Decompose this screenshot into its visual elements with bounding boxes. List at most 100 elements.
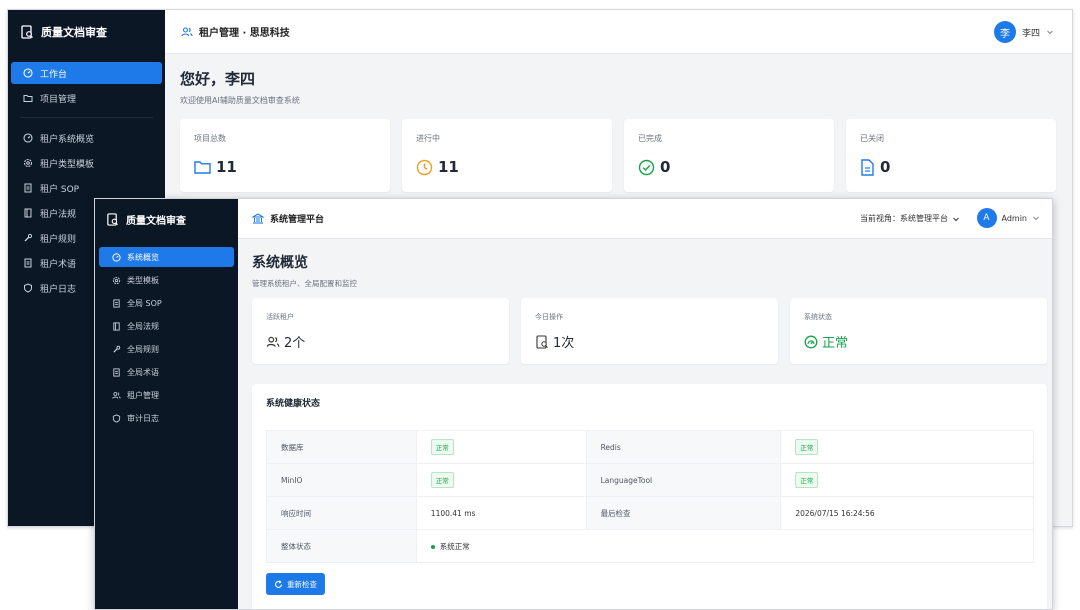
page-title: 系统概览 xyxy=(252,255,308,271)
health-key: Redis xyxy=(585,430,782,464)
wrench-icon xyxy=(23,233,33,243)
greeting-block: 您好，李四 欢迎使用AI辅助质量文档审查系统 xyxy=(180,68,300,106)
users-icon xyxy=(266,335,280,349)
status-badge: 正常 xyxy=(430,472,454,488)
nav-item-global-terms[interactable]: 全局术语 xyxy=(99,362,234,382)
nav-item-system-overview[interactable]: 系统概览 xyxy=(99,247,234,267)
dashboard-icon xyxy=(23,133,33,143)
header-title: 系统管理平台 xyxy=(270,215,325,225)
stat-value: 11 xyxy=(438,158,459,176)
tenant-header: 租户管理 · 思思科技 xyxy=(165,10,1072,54)
nav-item-label: 项目管理 xyxy=(40,94,77,105)
nav-item-tenant-management[interactable]: 租户管理 xyxy=(99,385,234,405)
health-key: LanguageTool xyxy=(585,463,782,497)
status-badge: 正常 xyxy=(795,472,819,488)
brand-name: 质量文档审查 xyxy=(41,26,107,39)
stat-value: 正常 xyxy=(822,336,849,351)
folder-icon xyxy=(194,160,211,174)
page-subtitle: 管理系统租户、全局配置和监控 xyxy=(252,279,357,288)
nav-item-projects[interactable]: 项目管理 xyxy=(11,87,162,109)
clock-icon xyxy=(416,159,433,176)
user-name: Admin xyxy=(1001,213,1028,223)
brand-name: 质量文档审查 xyxy=(126,215,186,227)
user-menu[interactable]: 李 李四 xyxy=(993,21,1054,43)
table-row: 数据库 正常 Redis 正常 xyxy=(266,430,1034,464)
stat-card-today-operations: 今日操作 1次 xyxy=(521,298,778,364)
nav-item-label: 租户系统概览 xyxy=(40,134,95,145)
user-name: 李四 xyxy=(1021,28,1040,39)
stat-value: 0 xyxy=(660,158,671,176)
nav-item-label: 租户类型模板 xyxy=(40,159,95,170)
stat-value: 1次 xyxy=(553,336,575,351)
view-switch-label: 当前视角：系统管理平台 xyxy=(860,214,948,223)
system-health-panel: 系统健康状态 数据库 正常 Redis 正常 MinIO 正常 Language… xyxy=(252,384,1047,609)
stat-label: 进行中 xyxy=(416,134,440,143)
dashboard-icon xyxy=(23,68,33,78)
bank-icon xyxy=(252,213,264,224)
wrench-icon xyxy=(112,345,121,354)
greeting-subtitle: 欢迎使用AI辅助质量文档审查系统 xyxy=(180,96,300,105)
nav-item-label: 全局术语 xyxy=(127,367,159,377)
nav-item-audit-logs[interactable]: 审计日志 xyxy=(99,408,234,428)
health-key: MinIO xyxy=(266,463,417,497)
health-key: 响应时间 xyxy=(266,496,417,530)
nav-item-type-templates[interactable]: 类型模板 xyxy=(99,270,234,290)
users-icon xyxy=(112,391,121,400)
health-key: 整体状态 xyxy=(266,529,417,563)
user-menu[interactable]: A Admin xyxy=(976,208,1041,228)
nav-item-label: 租户日志 xyxy=(40,284,77,295)
status-badge: 正常 xyxy=(795,439,819,455)
nav-item-tenant-sop[interactable]: 租户 SOP xyxy=(11,177,162,199)
file-icon xyxy=(860,158,875,176)
stat-label: 今日操作 xyxy=(535,313,563,321)
stat-card-total-projects: 项目总数 11 xyxy=(180,119,390,192)
book-icon xyxy=(23,208,33,218)
nav-item-label: 租户 SOP xyxy=(40,184,80,195)
nav-item-label: 租户规则 xyxy=(40,234,77,245)
view-switch-dropdown[interactable]: 当前视角：系统管理平台 xyxy=(860,213,960,224)
greeting-title: 您好，李四 xyxy=(180,70,256,88)
nav-item-label: 系统概览 xyxy=(127,252,159,262)
book-icon xyxy=(112,321,121,331)
avatar: 李 xyxy=(993,21,1016,43)
status-badge: 正常 xyxy=(430,439,454,455)
nav-divider xyxy=(20,117,153,118)
shield-icon xyxy=(112,413,121,423)
table-row: MinIO 正常 LanguageTool 正常 xyxy=(266,463,1034,497)
stat-card-active-tenants: 活跃租户 2个 xyxy=(252,298,509,364)
stat-label: 项目总数 xyxy=(194,134,226,143)
stat-label: 已完成 xyxy=(638,134,662,143)
nav-item-global-sop[interactable]: 全局 SOP xyxy=(99,293,234,313)
nav-item-tenant-templates[interactable]: 租户类型模板 xyxy=(11,152,162,174)
chevron-down-icon xyxy=(1046,28,1054,36)
recheck-button[interactable]: 重新检查 xyxy=(266,573,325,595)
nav-item-label: 租户法规 xyxy=(40,209,77,220)
stat-card-in-progress: 进行中 11 xyxy=(402,119,612,192)
nav-item-label: 租户术语 xyxy=(40,259,77,270)
overall-status-value: 系统正常 xyxy=(439,541,470,551)
nav-item-workbench[interactable]: 工作台 xyxy=(11,62,162,84)
shield-icon xyxy=(23,283,33,293)
nav-item-label: 全局法规 xyxy=(127,321,159,331)
stat-value: 0 xyxy=(880,158,891,176)
nav-item-label: 类型模板 xyxy=(127,275,159,285)
stat-label: 系统状态 xyxy=(804,313,832,321)
stat-value: 11 xyxy=(216,158,237,176)
nav-item-global-regulations[interactable]: 全局法规 xyxy=(99,316,234,336)
file-search-icon xyxy=(535,334,549,349)
header-title: 租户管理 · 思思科技 xyxy=(199,28,290,39)
last-check-value: 2026/07/15 16:24:56 xyxy=(780,496,1034,530)
stat-card-closed: 已关闭 0 xyxy=(846,119,1056,192)
stat-label: 活跃租户 xyxy=(266,313,294,321)
document-icon xyxy=(112,367,121,377)
nav-item-tenant-overview[interactable]: 租户系统概览 xyxy=(11,127,162,149)
document-icon xyxy=(23,258,33,268)
page-header: 系统概览 管理系统租户、全局配置和监控 xyxy=(252,252,357,289)
table-row: 响应时间 1100.41 ms 最后检查 2026/07/15 16:24:56 xyxy=(266,496,1034,530)
refresh-icon xyxy=(274,579,283,589)
nav-item-global-rules[interactable]: 全局规则 xyxy=(99,339,234,359)
dashboard-icon xyxy=(112,252,121,262)
nav-item-label: 全局规则 xyxy=(127,344,159,354)
stat-label: 已关闭 xyxy=(860,134,884,143)
recheck-label: 重新检查 xyxy=(287,579,317,589)
